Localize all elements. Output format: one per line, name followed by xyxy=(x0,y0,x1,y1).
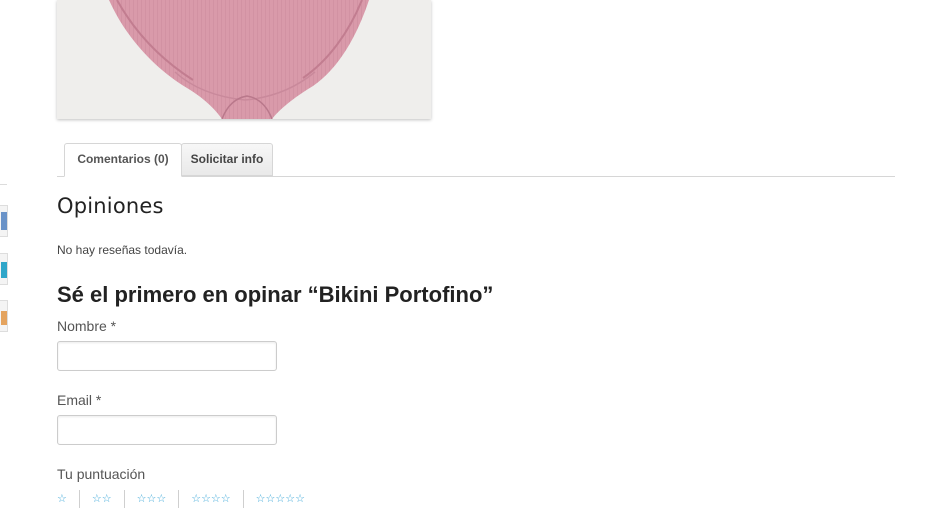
email-field[interactable] xyxy=(57,415,277,445)
bikini-bottom-image xyxy=(57,0,431,119)
name-label: Nombre * xyxy=(57,318,117,334)
email-label: Email * xyxy=(57,392,102,408)
thumbnail-2[interactable] xyxy=(0,253,8,285)
product-image[interactable] xyxy=(57,0,431,119)
product-tabs: Comentarios (0) Solicitar info xyxy=(57,143,895,177)
tab-comentarios[interactable]: Comentarios (0) xyxy=(64,143,182,177)
rating-1-star[interactable]: ☆ xyxy=(57,490,79,508)
edge-divider xyxy=(0,184,7,185)
thumbnail-1[interactable] xyxy=(0,205,8,237)
product-page: Comentarios (0) Solicitar info Opiniones… xyxy=(0,0,940,517)
rating-2-stars[interactable]: ☆☆ xyxy=(78,490,124,508)
tabs-divider xyxy=(57,176,895,177)
rating-5-stars[interactable]: ☆☆☆☆☆ xyxy=(242,490,317,508)
thumbnail-3[interactable] xyxy=(0,300,8,332)
rating-label: Tu puntuación xyxy=(57,466,146,482)
no-reviews-text: No hay reseñas todavía. xyxy=(57,243,188,257)
reviews-heading: Opiniones xyxy=(57,194,164,218)
rating-3-stars[interactable]: ☆☆☆ xyxy=(123,490,179,508)
name-field[interactable] xyxy=(57,341,277,371)
star-rating: ☆ ☆☆ ☆☆☆ ☆☆☆☆ ☆☆☆☆☆ xyxy=(57,489,317,509)
rating-4-stars[interactable]: ☆☆☆☆ xyxy=(178,490,242,508)
tab-solicitar-info[interactable]: Solicitar info xyxy=(181,143,273,176)
review-form-title: Sé el primero en opinar “Bikini Portofin… xyxy=(57,282,494,307)
